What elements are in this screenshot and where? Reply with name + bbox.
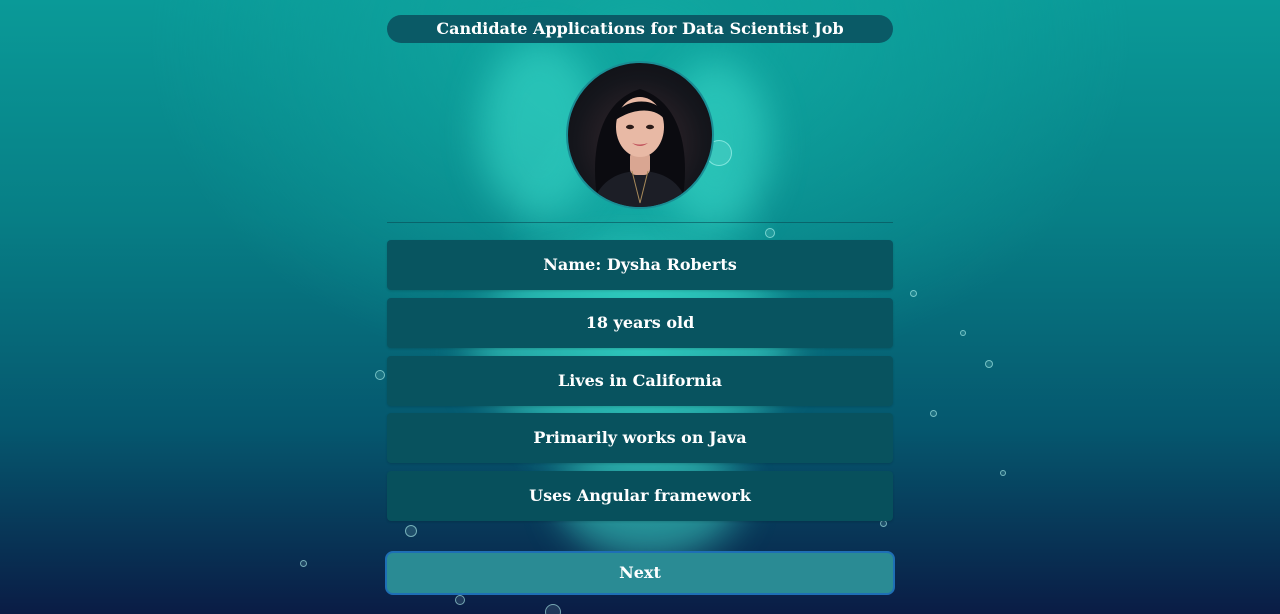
background-bubble <box>960 330 966 336</box>
candidate-photo-illustration <box>592 89 688 207</box>
next-button[interactable]: Next <box>385 551 895 595</box>
background-bubble <box>910 290 917 297</box>
candidate-name: Name: Dysha Roberts <box>387 240 893 290</box>
page-title: Candidate Applications for Data Scientis… <box>387 15 893 43</box>
candidate-language: Primarily works on Java <box>387 413 893 463</box>
background-bubble <box>405 525 417 537</box>
candidate-age: 18 years old <box>387 298 893 348</box>
background-bubble <box>930 410 937 417</box>
background-bubble <box>375 370 385 380</box>
background-bubble <box>985 360 993 368</box>
background-bubble <box>765 228 775 238</box>
background-bubble <box>880 520 887 527</box>
candidate-framework: Uses Angular framework <box>387 471 893 521</box>
candidate-location: Lives in California <box>387 356 893 406</box>
candidate-avatar <box>566 61 714 209</box>
background-bubble <box>1000 470 1006 476</box>
background-bubble <box>455 595 465 605</box>
background-bubble <box>300 560 307 567</box>
background-bubble <box>545 604 561 614</box>
section-divider <box>387 222 893 223</box>
